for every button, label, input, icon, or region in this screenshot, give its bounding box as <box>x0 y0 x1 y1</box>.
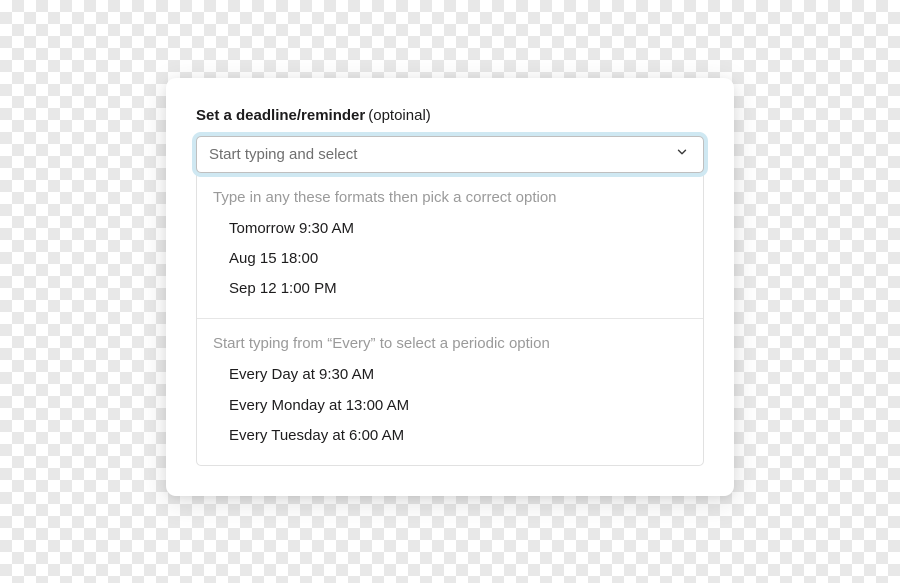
option-aug-15[interactable]: Aug 15 18:00 <box>213 244 687 274</box>
field-label-optional: (optoinal) <box>368 107 431 124</box>
select-placeholder: Start typing and select <box>209 146 357 163</box>
section-header: Type in any these formats then pick a co… <box>213 189 687 206</box>
option-tomorrow[interactable]: Tomorrow 9:30 AM <box>213 214 687 244</box>
option-every-tuesday[interactable]: Every Tuesday at 6:00 AM <box>213 421 687 451</box>
chevron-down-icon <box>675 145 689 163</box>
field-label-main: Set a deadline/reminder <box>196 107 365 124</box>
reminder-card: Set a deadline/reminder(optoinal) Start … <box>166 78 734 496</box>
option-every-day[interactable]: Every Day at 9:30 AM <box>213 360 687 390</box>
option-sep-12[interactable]: Sep 12 1:00 PM <box>213 274 687 304</box>
option-every-monday[interactable]: Every Monday at 13:00 AM <box>213 391 687 421</box>
section-header: Start typing from “Every” to select a pe… <box>213 335 687 352</box>
deadline-select-input[interactable]: Start typing and select <box>196 136 704 173</box>
dropdown-section-periodic: Start typing from “Every” to select a pe… <box>197 318 703 465</box>
dropdown-panel: Type in any these formats then pick a co… <box>196 172 704 467</box>
dropdown-section-formats: Type in any these formats then pick a co… <box>197 173 703 319</box>
field-label: Set a deadline/reminder(optoinal) <box>196 106 704 126</box>
